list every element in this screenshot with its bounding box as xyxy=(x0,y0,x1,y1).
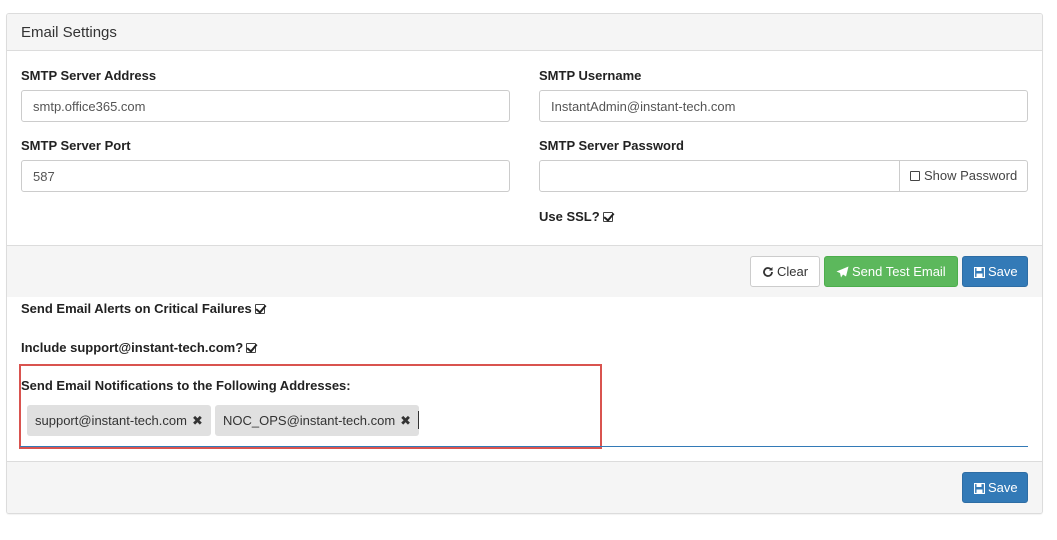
smtp-username-input[interactable] xyxy=(539,90,1028,122)
smtp-server-port-input[interactable] xyxy=(21,160,510,192)
show-password-label: Show Password xyxy=(924,168,1018,183)
panel-footer xyxy=(7,461,1042,513)
tag-input-cursor[interactable] xyxy=(418,411,419,429)
clear-label: Clear xyxy=(777,264,809,279)
smtp-server-password-input[interactable] xyxy=(539,160,900,192)
critical-failures-label: Send Email Alerts on Critical Failures xyxy=(21,301,252,316)
close-icon[interactable]: ✖ xyxy=(400,413,411,428)
show-password-toggle[interactable]: Show Password xyxy=(899,160,1028,192)
email-tag: NOC_OPS@instant-tech.com ✖ xyxy=(215,405,420,436)
critical-failures-row: Send Email Alerts on Critical Failures xyxy=(21,301,265,316)
floppy-disk-icon xyxy=(973,482,986,495)
critical-failures-checkbox[interactable] xyxy=(254,304,265,314)
use-ssl-row: Use SSL? xyxy=(539,209,613,224)
include-support-checkbox[interactable] xyxy=(246,343,257,353)
tag-input-underline xyxy=(20,446,1028,447)
email-tag: support@instant-tech.com ✖ xyxy=(27,405,211,436)
email-tag-text: NOC_OPS@instant-tech.com xyxy=(223,413,396,428)
email-settings-panel: Email Settings SMTP Server Address SMTP … xyxy=(6,13,1043,514)
send-test-email-label: Send Test Email xyxy=(852,264,946,279)
show-password-checkbox[interactable] xyxy=(910,171,920,181)
email-tag-text: support@instant-tech.com xyxy=(35,413,187,428)
addresses-label: Send Email Notifications to the Followin… xyxy=(21,378,351,393)
floppy-disk-icon xyxy=(973,266,986,279)
refresh-icon xyxy=(763,267,773,277)
send-test-email-button[interactable]: Send Test Email xyxy=(824,256,958,287)
paper-plane-icon xyxy=(836,266,849,278)
include-support-row: Include support@instant-tech.com? xyxy=(21,340,257,355)
panel-title: Email Settings xyxy=(7,14,1042,51)
footer-save-label: Save xyxy=(988,480,1018,495)
save-button[interactable]: Save xyxy=(962,256,1028,287)
use-ssl-checkbox[interactable] xyxy=(602,212,613,222)
save-label: Save xyxy=(988,264,1018,279)
use-ssl-label: Use SSL? xyxy=(539,209,600,224)
footer-save-button[interactable]: Save xyxy=(962,472,1028,503)
smtp-username-label: SMTP Username xyxy=(539,68,642,83)
include-support-label: Include support@instant-tech.com? xyxy=(21,340,244,355)
smtp-server-password-label: SMTP Server Password xyxy=(539,138,684,153)
close-icon[interactable]: ✖ xyxy=(192,413,203,428)
smtp-server-address-label: SMTP Server Address xyxy=(21,68,157,83)
clear-button[interactable]: Clear xyxy=(750,256,820,287)
smtp-server-address-input[interactable] xyxy=(21,90,510,122)
smtp-server-port-label: SMTP Server Port xyxy=(21,138,131,153)
